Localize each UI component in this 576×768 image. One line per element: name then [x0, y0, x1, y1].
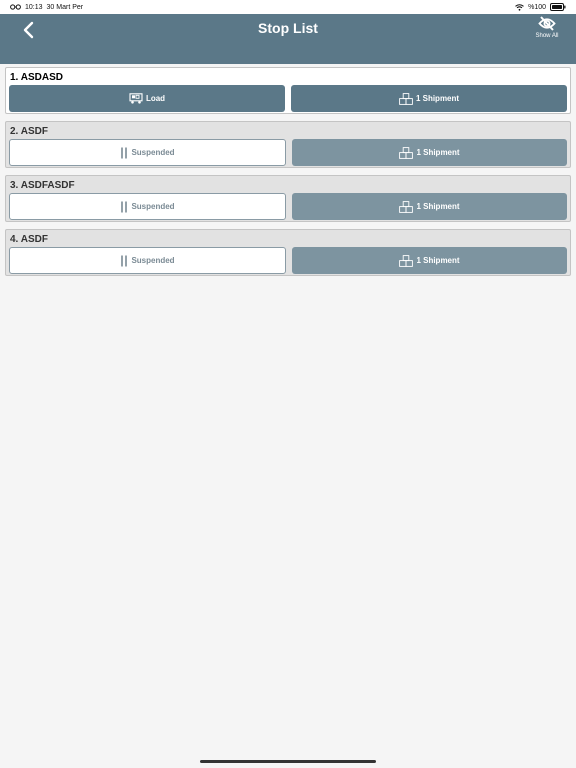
suspended-label: Suspended	[131, 256, 175, 265]
truck-load-icon	[129, 93, 143, 104]
shipment-button[interactable]: 1 Shipment	[291, 85, 567, 112]
stop-item: 2. ASDF Suspended 1 Shipment	[5, 121, 571, 168]
stop-item: 1. ASDASD Load 1 Shipment	[5, 67, 571, 114]
stop-list: 1. ASDASD Load 1 Shipment 2. ASDF Suspen…	[5, 67, 571, 283]
stop-title: 1. ASDASD	[10, 72, 63, 83]
battery-icon	[550, 3, 566, 11]
battery-percent: %100	[528, 3, 546, 11]
pause-icon	[120, 201, 128, 213]
shipment-button[interactable]: 1 Shipment	[292, 139, 567, 166]
pause-icon	[120, 255, 128, 267]
boxes-icon	[399, 92, 413, 105]
stop-actions: Suspended 1 Shipment	[9, 247, 567, 274]
show-all-button[interactable]: Show All	[530, 16, 564, 39]
suspended-button[interactable]: Suspended	[9, 139, 286, 166]
boxes-icon	[399, 146, 414, 159]
pause-icon	[120, 147, 128, 159]
stop-item: 4. ASDF Suspended 1 Shipment	[5, 229, 571, 276]
suspended-button[interactable]: Suspended	[9, 193, 286, 220]
shipment-button[interactable]: 1 Shipment	[292, 193, 567, 220]
stop-actions: Suspended 1 Shipment	[9, 193, 567, 220]
stop-actions: Load 1 Shipment	[9, 85, 567, 112]
page-title: Stop List	[258, 20, 318, 36]
boxes-icon	[399, 254, 414, 267]
status-right: %100	[515, 3, 566, 11]
stop-item: 3. ASDFASDF Suspended 1 Shipment	[5, 175, 571, 222]
status-left: 10:13 30 Mart Per	[10, 4, 83, 11]
load-label: Load	[145, 94, 166, 103]
show-all-label: Show All	[535, 33, 559, 39]
load-button[interactable]: Load	[9, 85, 285, 112]
stop-actions: Suspended 1 Shipment	[9, 139, 567, 166]
boxes-icon	[399, 200, 414, 213]
shipment-button[interactable]: 1 Shipment	[292, 247, 567, 274]
shipment-label: 1 Shipment	[416, 256, 460, 265]
status-date: 30 Mart Per	[46, 3, 84, 11]
suspended-label: Suspended	[131, 202, 175, 211]
shipment-label: 1 Shipment	[416, 148, 460, 157]
stop-title: 4. ASDF	[10, 234, 48, 245]
eye-off-icon	[538, 16, 556, 33]
stop-title: 2. ASDF	[10, 126, 48, 137]
status-bar: 10:13 30 Mart Per %100	[0, 0, 576, 14]
shipment-label: 1 Shipment	[416, 202, 460, 211]
suspended-button[interactable]: Suspended	[9, 247, 286, 274]
suspended-label: Suspended	[131, 148, 175, 157]
status-time: 10:13	[25, 3, 43, 11]
home-indicator[interactable]	[200, 760, 376, 763]
stop-title: 3. ASDFASDF	[10, 180, 75, 191]
shipment-label: 1 Shipment	[415, 94, 460, 103]
wifi-icon	[515, 3, 524, 11]
glasses-icon	[10, 4, 21, 10]
nav-bar: Stop List Show All	[0, 14, 576, 64]
